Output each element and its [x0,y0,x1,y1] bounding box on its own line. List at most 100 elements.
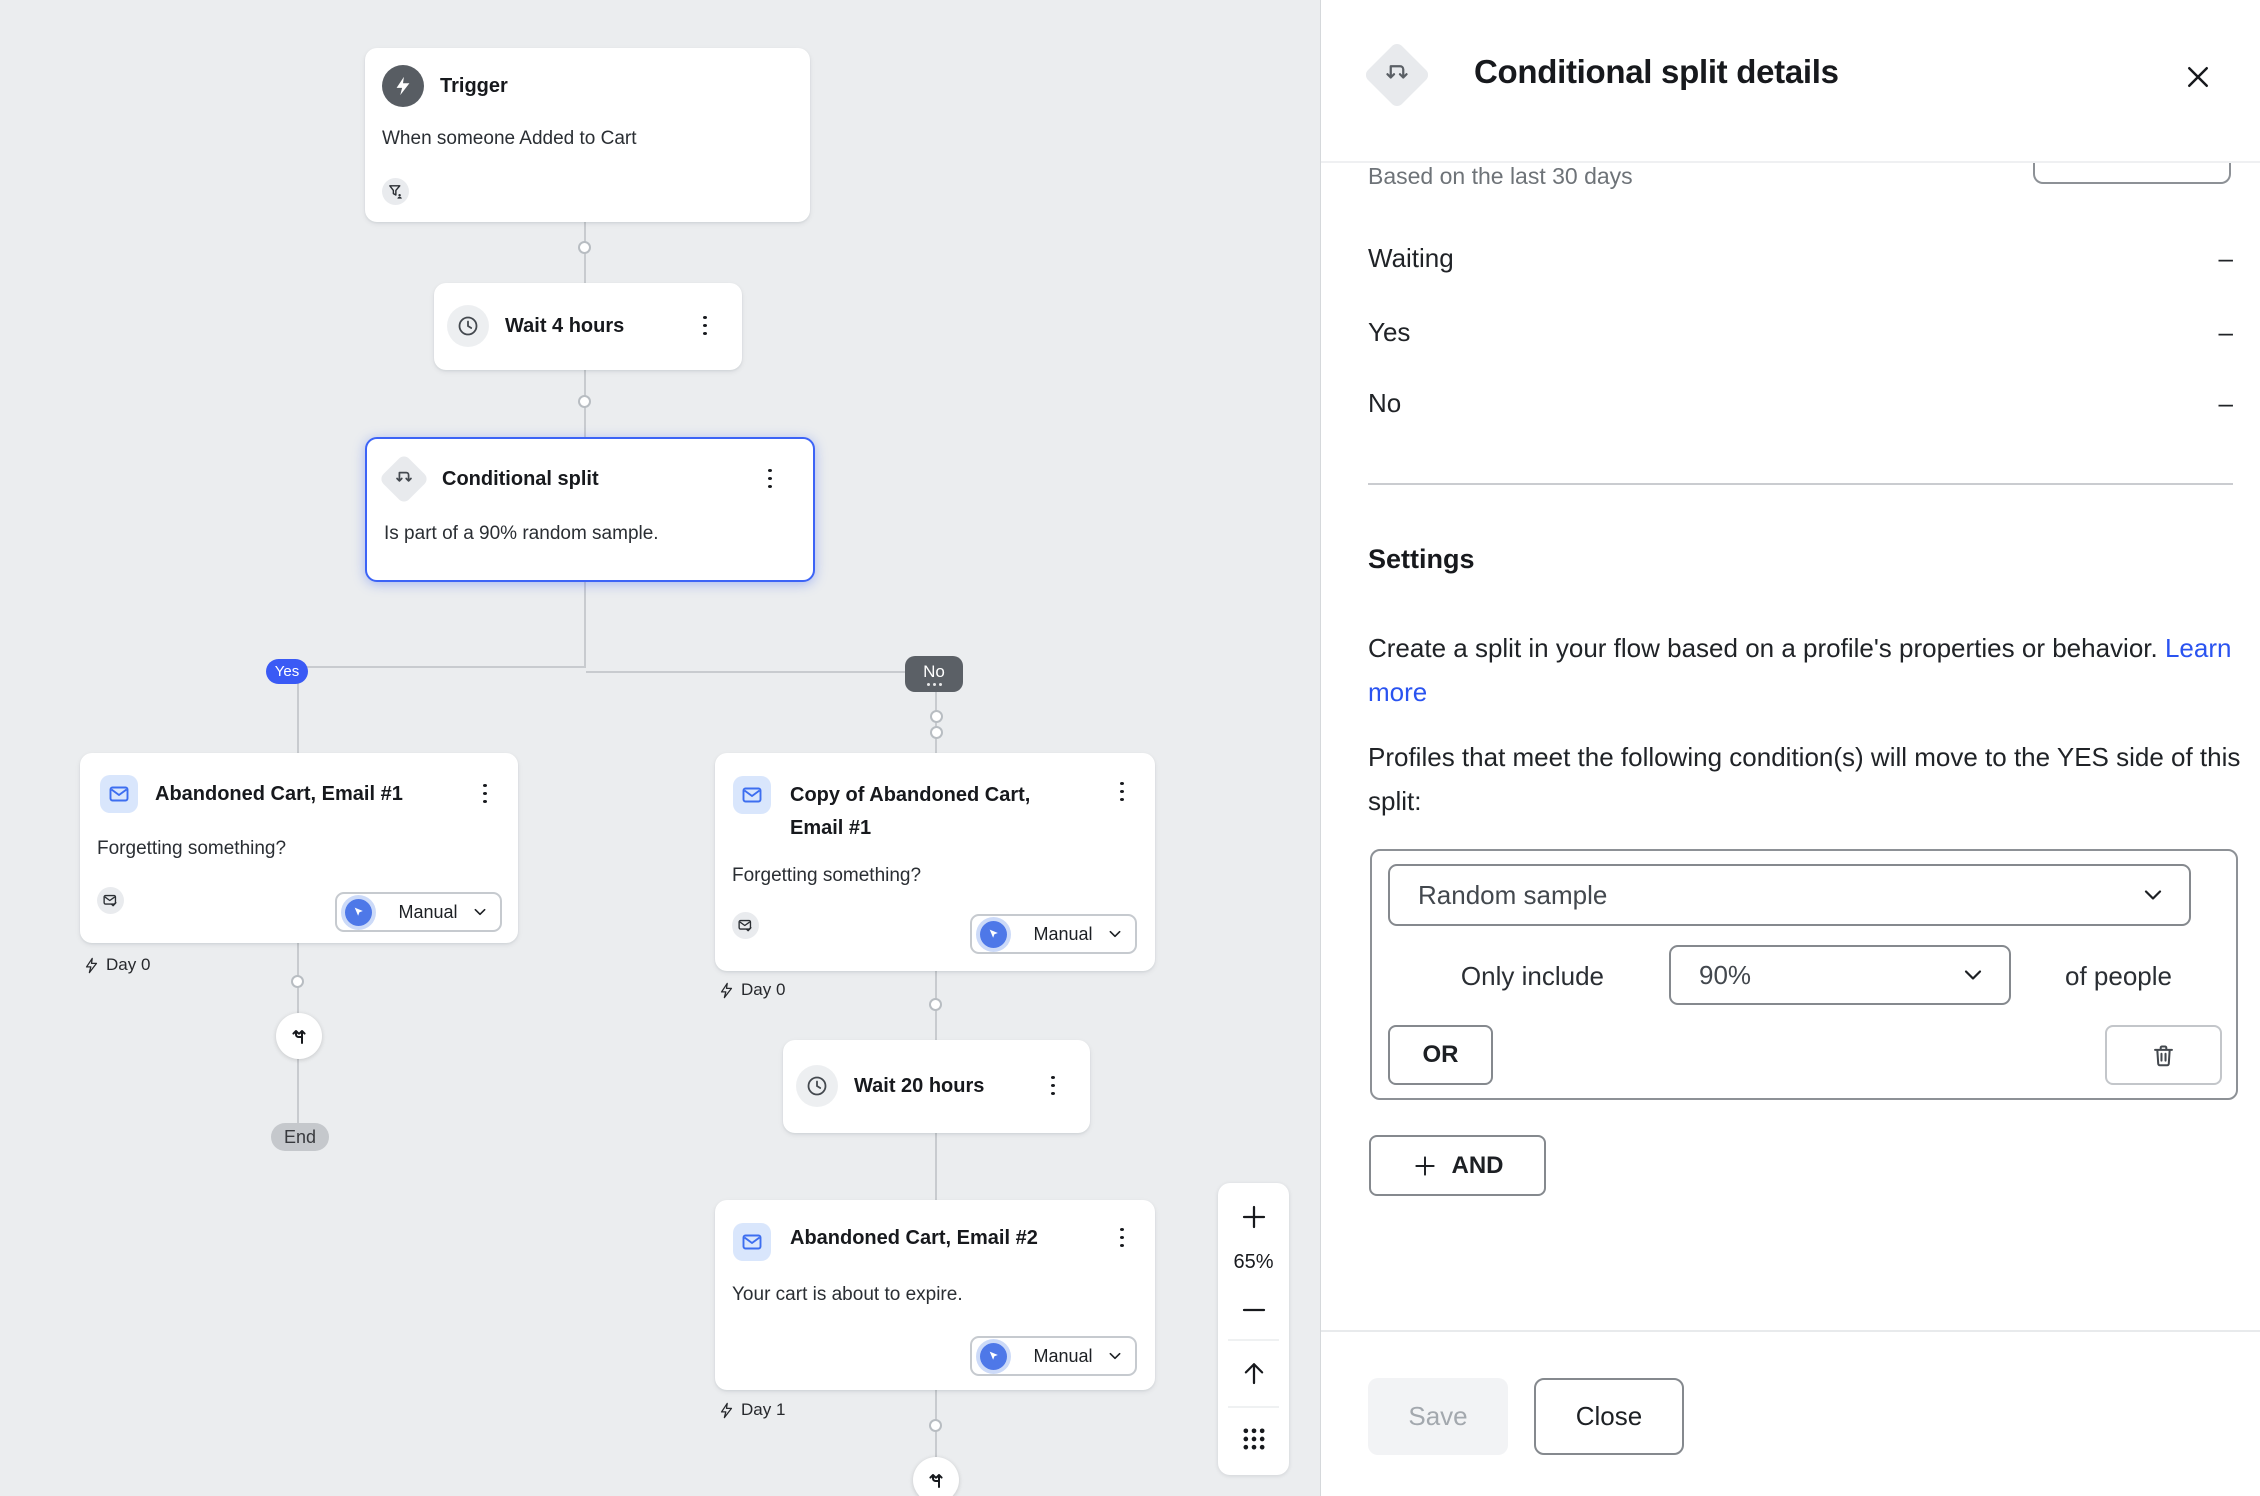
percent-select[interactable]: 90% [1669,945,2011,1005]
connector-dot [929,998,942,1011]
clock-icon [447,305,489,347]
cursor-icon [980,1343,1007,1370]
split-arrows-icon [1363,41,1431,109]
trigger-body: When someone Added to Cart [382,128,637,150]
conditional-split-details-panel: Conditional split details Based on the l… [1320,0,2260,1496]
analytics-range-button[interactable] [2033,163,2231,184]
zoom-toolbar: 65% [1218,1183,1289,1475]
condition-group: Random sample Only include 90% of people… [1370,849,2238,1100]
close-icon[interactable] [2177,56,2219,98]
wait-4-title: Wait 4 hours [505,313,624,339]
conditional-split-node[interactable]: Conditional split Is part of a 90% rando… [365,437,815,582]
kebab-menu[interactable] [696,313,714,337]
flow-canvas[interactable]: Trigger When someone Added to Cart Wait … [0,0,1320,1496]
day-tag: Day 0 [83,955,150,975]
split-body: Is part of a 90% random sample. [384,523,659,545]
kebab-menu[interactable] [761,466,779,490]
split-arrows-icon [378,453,430,505]
cursor-icon [345,899,372,926]
mail-icon [733,776,771,814]
plus-icon [1412,1153,1438,1179]
zoom-level: 65% [1218,1251,1289,1274]
condition-type-select[interactable]: Random sample [1388,864,2191,926]
connector-line [297,1059,299,1123]
delete-condition-button[interactable] [2105,1025,2222,1085]
scroll-to-top-button[interactable] [1218,1351,1289,1395]
split-title: Conditional split [442,466,599,492]
email-copy-title: Copy of Abandoned Cart, Email #1 [790,779,1060,845]
status-badge: Manual [1019,924,1107,945]
wait-20-hours-node[interactable]: Wait 20 hours [783,1040,1090,1133]
end-label: End [271,1123,329,1151]
email-2-node[interactable]: Abandoned Cart, Email #2 Your cart is ab… [715,1200,1155,1390]
lightning-icon [382,65,424,107]
branch-line-no [586,671,936,673]
email-copy-node[interactable]: Copy of Abandoned Cart, Email #1 Forgett… [715,753,1155,971]
connector-dot [578,395,591,408]
divider [1228,1339,1279,1341]
divider [1228,1406,1279,1408]
stat-row-yes: Yes – [1368,317,2233,348]
branch-label-no: No [905,656,963,692]
stat-row-waiting: Waiting – [1368,243,2233,274]
funnel-user-icon [382,178,409,205]
email-2-title: Abandoned Cart, Email #2 [790,1225,1038,1251]
chevron-down-icon [1107,926,1123,942]
email-1-node[interactable]: Abandoned Cart, Email #1 Forgetting some… [80,753,518,943]
connector-dot [291,975,304,988]
close-button[interactable]: Close [1534,1378,1684,1455]
condition-intro: Profiles that meet the following conditi… [1368,735,2253,823]
branch-up-icon[interactable] [913,1457,959,1496]
day-tag: Day 1 [718,1400,785,1420]
kebab-menu[interactable] [1044,1073,1062,1097]
email-2-status-dropdown[interactable]: Manual [970,1336,1137,1376]
status-badge: Manual [384,902,472,923]
trigger-title: Trigger [440,73,508,99]
connector-line [935,1133,937,1200]
kebab-menu[interactable] [1113,1225,1131,1249]
chevron-down-icon [472,904,488,920]
email-2-body: Your cart is about to expire. [732,1284,963,1306]
kebab-menu[interactable] [1113,779,1131,803]
stat-label: No [1368,388,1401,419]
of-people-label: of people [2065,961,2172,992]
connector-dot [930,726,943,739]
chevron-down-icon [1961,963,1985,987]
connector-line [584,582,586,668]
zoom-out-button[interactable] [1218,1288,1289,1332]
email-copy-body: Forgetting something? [732,865,921,887]
minimap-button[interactable] [1218,1417,1289,1461]
stat-value: – [2219,317,2233,348]
stat-row-no: No – [1368,388,2233,419]
page-title: Conditional split details [1474,53,1839,91]
connector-dot [930,710,943,723]
email-1-status-dropdown[interactable]: Manual [335,892,502,932]
kebab-menu[interactable] [476,781,494,805]
email-1-title: Abandoned Cart, Email #1 [155,781,403,807]
branch-up-icon[interactable] [276,1013,322,1059]
minus-icon [1239,1295,1269,1325]
stat-label: Waiting [1368,243,1454,274]
cursor-icon [980,921,1007,948]
trash-icon [2150,1042,2177,1069]
add-and-condition-button[interactable]: AND [1369,1135,1546,1196]
clock-icon [796,1065,838,1107]
mail-icon [100,775,138,813]
wait-4-hours-node[interactable]: Wait 4 hours [434,283,742,370]
chevron-down-icon [2141,883,2165,907]
mail-check-icon [732,912,759,939]
branch-line-yes [298,666,586,668]
zoom-in-button[interactable] [1218,1195,1289,1239]
or-button[interactable]: OR [1388,1025,1493,1085]
trigger-node[interactable]: Trigger When someone Added to Cart [365,48,810,222]
connector-dot [929,1419,942,1432]
save-button[interactable]: Save [1368,1378,1508,1455]
based-on-label: Based on the last 30 days [1368,163,1633,190]
lightning-icon [83,957,100,974]
stat-value: – [2219,243,2233,274]
stat-label: Yes [1368,317,1410,348]
arrow-up-icon [1239,1358,1269,1388]
status-badge: Manual [1019,1346,1107,1367]
email-copy-status-dropdown[interactable]: Manual [970,914,1137,954]
lightning-icon [718,982,735,999]
